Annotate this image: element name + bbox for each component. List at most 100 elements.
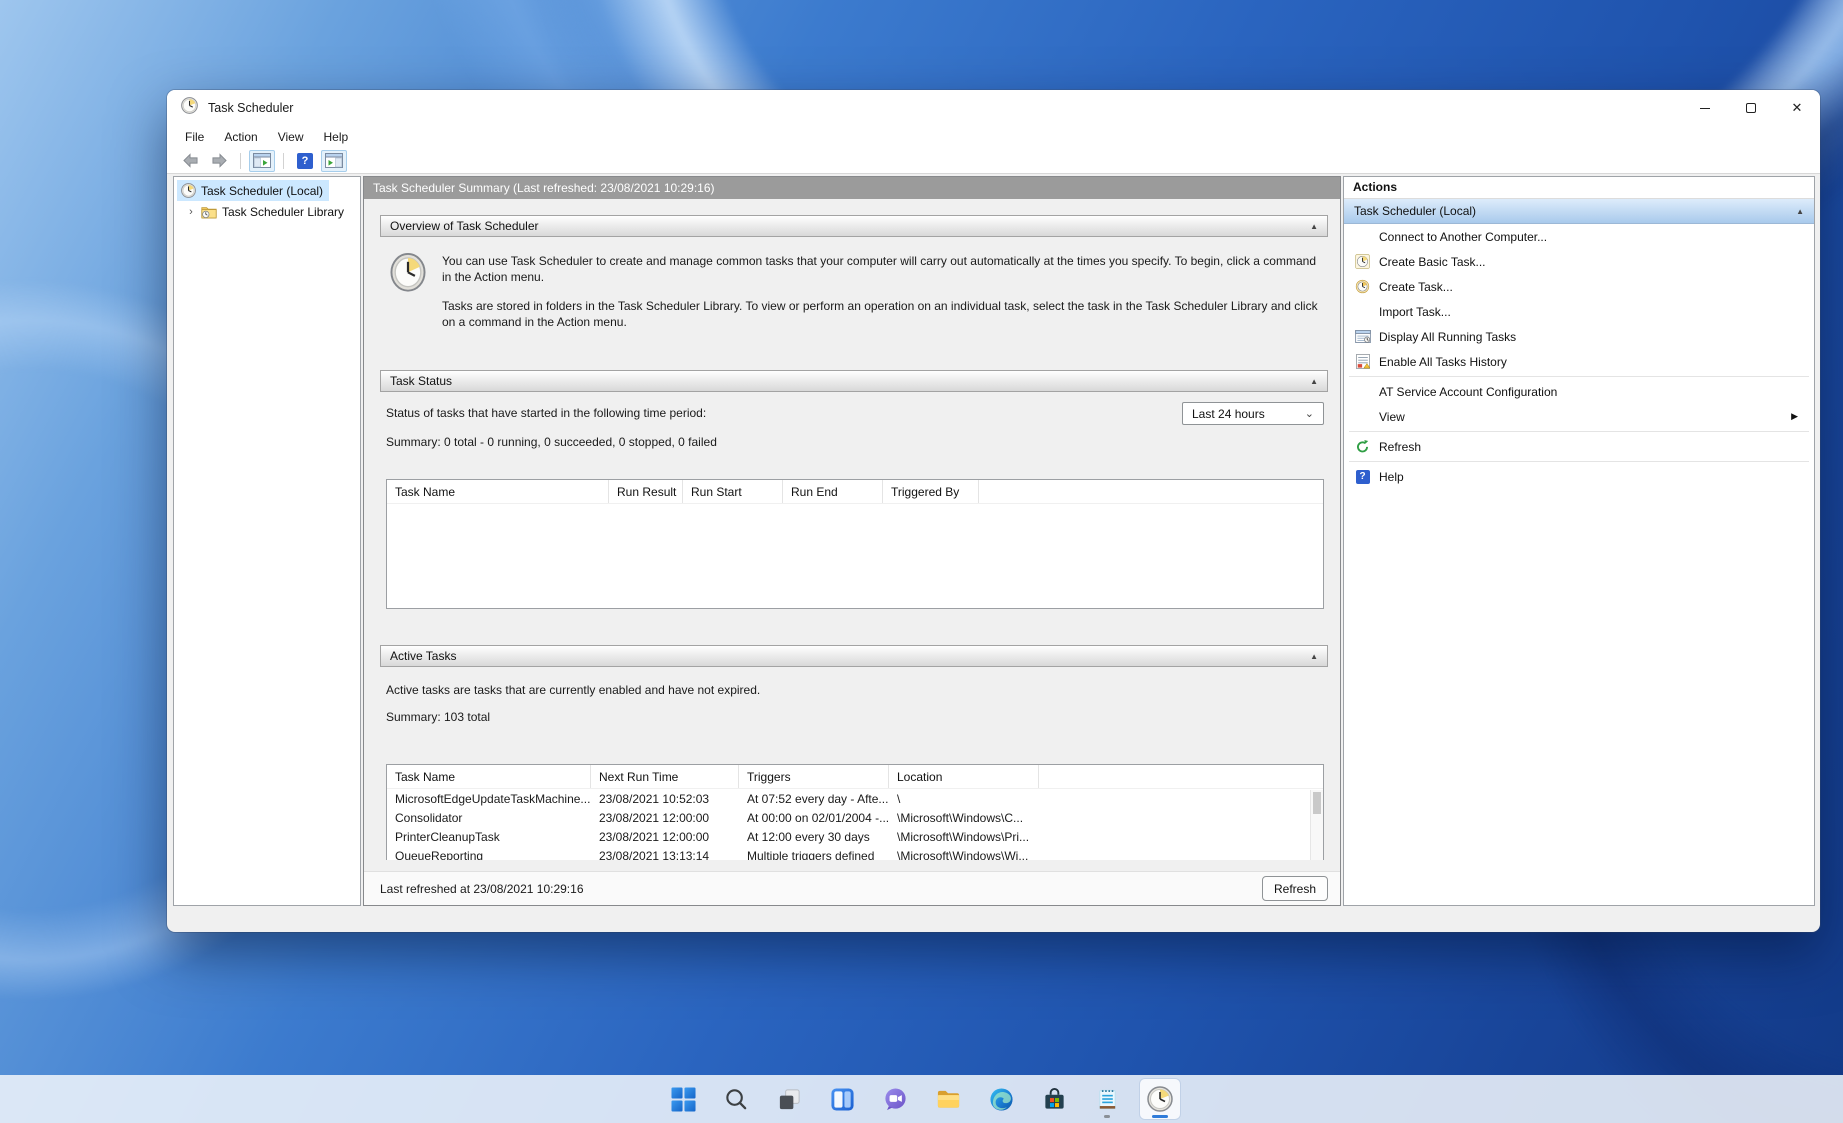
tree-item-label: Task Scheduler (Local): [201, 184, 323, 198]
column-header-location[interactable]: Location: [889, 765, 1039, 788]
file-explorer-icon: [936, 1087, 961, 1112]
overview-section: Overview of Task Scheduler ▲ You can use…: [380, 215, 1328, 356]
titlebar[interactable]: Task Scheduler ✕: [167, 90, 1820, 126]
column-header-next-run-time[interactable]: Next Run Time: [591, 765, 739, 788]
taskbar-store-button[interactable]: [1034, 1079, 1074, 1119]
action-at-service-account-configuration[interactable]: AT Service Account Configuration: [1344, 379, 1814, 404]
task-status-summary: Summary: 0 total - 0 running, 0 succeede…: [386, 435, 1324, 449]
show-action-pane-button[interactable]: [321, 150, 347, 172]
table-row[interactable]: PrinterCleanupTask 23/08/2021 12:00:00 A…: [387, 827, 1323, 846]
collapse-arrow-icon[interactable]: ▲: [1796, 207, 1804, 216]
task-status-section-header[interactable]: Task Status ▲: [380, 370, 1328, 392]
column-header-run-end[interactable]: Run End: [783, 480, 883, 503]
action-import-task[interactable]: Import Task...: [1344, 299, 1814, 324]
minimize-button[interactable]: [1682, 90, 1728, 126]
action-create-basic-task[interactable]: Create Basic Task...: [1344, 249, 1814, 274]
table-scrollbar[interactable]: [1310, 790, 1323, 860]
overview-section-header[interactable]: Overview of Task Scheduler ▲: [380, 215, 1328, 237]
chevron-down-icon: ⌄: [1305, 409, 1314, 419]
back-button[interactable]: [177, 150, 203, 172]
column-header-task-name[interactable]: Task Name: [387, 480, 609, 503]
taskbar-edge-button[interactable]: [981, 1079, 1021, 1119]
taskbar-start-button[interactable]: [663, 1079, 703, 1119]
table-row[interactable]: Consolidator 23/08/2021 12:00:00 At 00:0…: [387, 808, 1323, 827]
taskbar-widgets-button[interactable]: [822, 1079, 862, 1119]
action-refresh[interactable]: Refresh: [1344, 434, 1814, 459]
search-icon: [724, 1087, 749, 1112]
collapse-arrow-icon[interactable]: ▲: [1310, 377, 1318, 386]
refresh-button[interactable]: Refresh: [1262, 876, 1328, 901]
expand-chevron-icon[interactable]: ›: [186, 206, 196, 218]
column-header-triggered-by[interactable]: Triggered By: [883, 480, 979, 503]
chat-icon: [883, 1087, 908, 1112]
maximize-button[interactable]: [1728, 90, 1774, 126]
desktop: Task Scheduler ✕ File Action View Help: [0, 0, 1843, 1123]
time-period-dropdown[interactable]: Last 24 hours ⌄: [1182, 402, 1324, 425]
action-enable-all-tasks-history[interactable]: Enable All Tasks History: [1344, 349, 1814, 374]
menu-file[interactable]: File: [175, 130, 214, 144]
tree-item-task-scheduler-local[interactable]: Task Scheduler (Local): [177, 180, 329, 201]
cell-next-run-time: 23/08/2021 13:13:14: [591, 849, 739, 861]
no-icon: [1354, 229, 1371, 245]
menu-action[interactable]: Action: [214, 130, 267, 144]
caption-buttons: ✕: [1682, 90, 1820, 126]
tree-item-label: Task Scheduler Library: [222, 205, 344, 219]
submenu-arrow-icon: ▶: [1791, 411, 1798, 422]
action-label: View: [1379, 410, 1405, 424]
task-scheduler-app-icon: [181, 97, 198, 119]
taskbar-search-button[interactable]: [716, 1079, 756, 1119]
widgets-icon: [830, 1087, 855, 1112]
taskbar-chat-button[interactable]: [875, 1079, 915, 1119]
action-connect-to-another-computer[interactable]: Connect to Another Computer...: [1344, 224, 1814, 249]
refresh-icon: [1354, 439, 1371, 455]
column-header-run-result[interactable]: Run Result: [609, 480, 683, 503]
table-row[interactable]: MicrosoftEdgeUpdateTaskMachine... 23/08/…: [387, 789, 1323, 808]
active-tasks-section-title: Active Tasks: [390, 649, 456, 663]
column-header-run-start[interactable]: Run Start: [683, 480, 783, 503]
action-label: Create Basic Task...: [1379, 255, 1486, 269]
action-help[interactable]: ? Help: [1344, 464, 1814, 489]
column-header-triggers[interactable]: Triggers: [739, 765, 889, 788]
maximize-icon: [1746, 103, 1756, 113]
close-button[interactable]: ✕: [1774, 90, 1820, 126]
taskbar-task-scheduler-button[interactable]: [1140, 1079, 1180, 1119]
task-status-table: Task Name Run Result Run Start Run End T…: [386, 479, 1324, 609]
menu-view[interactable]: View: [268, 130, 314, 144]
tree-item-task-scheduler-library[interactable]: › Task Scheduler Library: [182, 201, 350, 222]
taskbar-task-view-button[interactable]: [769, 1079, 809, 1119]
active-tasks-body: Active tasks are tasks that are currentl…: [380, 667, 1328, 860]
overview-text: You can use Task Scheduler to create and…: [442, 253, 1320, 330]
microsoft-store-icon: [1042, 1087, 1067, 1112]
collapse-arrow-icon[interactable]: ▲: [1310, 652, 1318, 661]
task-status-table-header: Task Name Run Result Run Start Run End T…: [387, 480, 1323, 504]
actions-group-header[interactable]: Task Scheduler (Local) ▲: [1344, 199, 1814, 224]
forward-button[interactable]: [206, 150, 232, 172]
action-view[interactable]: View ▶: [1344, 404, 1814, 429]
scrollbar-thumb[interactable]: [1313, 792, 1321, 814]
taskbar-notepad-button[interactable]: [1087, 1079, 1127, 1119]
menu-help[interactable]: Help: [314, 130, 359, 144]
action-label: Display All Running Tasks: [1379, 330, 1516, 344]
taskbar-file-explorer-button[interactable]: [928, 1079, 968, 1119]
cell-task-name: MicrosoftEdgeUpdateTaskMachine...: [387, 792, 591, 806]
action-display-all-running-tasks[interactable]: Display All Running Tasks: [1344, 324, 1814, 349]
toolbar-separator: [283, 153, 284, 169]
action-label: Refresh: [1379, 440, 1421, 454]
overview-clock-icon: [390, 253, 426, 330]
action-create-task[interactable]: Create Task...: [1344, 274, 1814, 299]
help-button[interactable]: ?: [292, 150, 318, 172]
table-row[interactable]: QueueReporting 23/08/2021 13:13:14 Multi…: [387, 846, 1323, 860]
active-tasks-section-header[interactable]: Active Tasks ▲: [380, 645, 1328, 667]
collapse-arrow-icon[interactable]: ▲: [1310, 222, 1318, 231]
action-pane-icon: [325, 153, 343, 168]
action-label: Enable All Tasks History: [1379, 355, 1507, 369]
active-tasks-description: Active tasks are tasks that are currentl…: [386, 683, 1324, 697]
column-header-task-name[interactable]: Task Name: [387, 765, 591, 788]
cell-triggers: Multiple triggers defined: [739, 849, 889, 861]
summary-pane-header: Task Scheduler Summary (Last refreshed: …: [364, 177, 1340, 199]
cell-location: \: [889, 792, 1039, 806]
clock-icon: [181, 183, 196, 198]
task-status-section-title: Task Status: [390, 374, 452, 388]
overview-section-title: Overview of Task Scheduler: [390, 219, 539, 233]
show-console-tree-button[interactable]: [249, 150, 275, 172]
